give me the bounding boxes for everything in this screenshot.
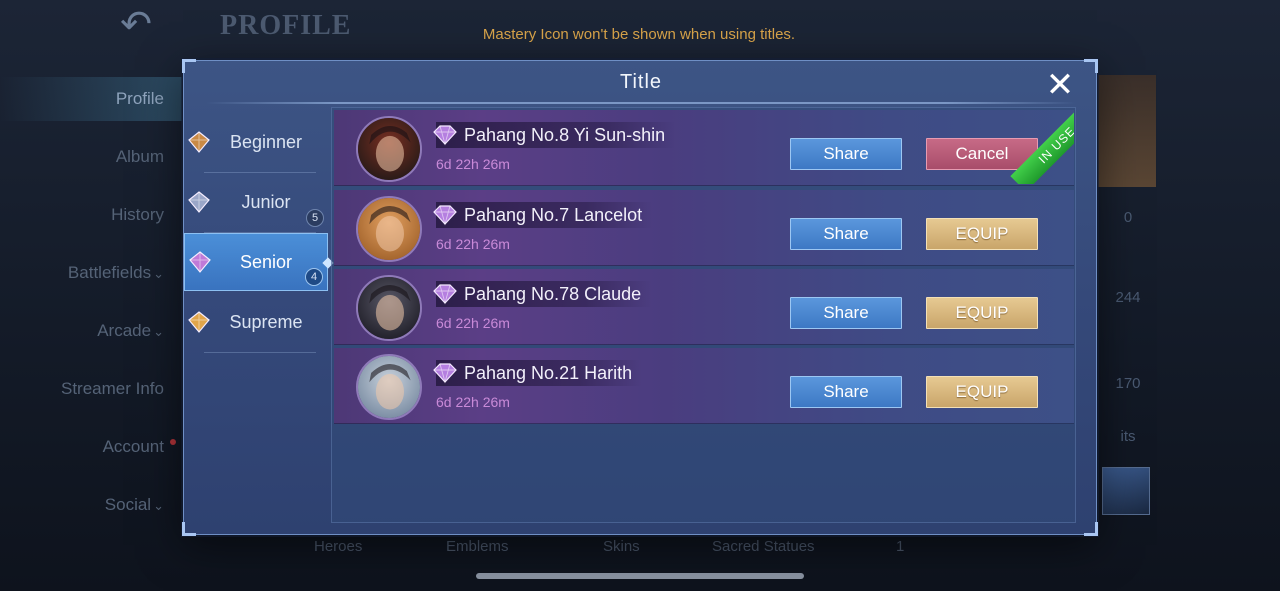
title-dialog: Title ✕ Beginner Junior 5 Senior 4 Supreme Pa… [182, 59, 1098, 536]
title-timer: 6d 22h 26m [436, 394, 510, 410]
background-sidebar: Profile Album History Battlefields ⌄ Arcade ⌄ S… [0, 70, 182, 540]
stat-count: 1 [896, 538, 905, 555]
share-button[interactable]: Share [790, 138, 902, 170]
share-button[interactable]: Share [790, 297, 902, 329]
title-row: Pahang No.78 Claude 6d 22h 26m Share EQUIP [334, 269, 1074, 345]
tier-count-badge: 4 [305, 268, 323, 286]
background-top-bar: ↶ PROFILE Mastery Icon won't be shown wh… [0, 0, 1280, 60]
title-name: Pahang No.7 Lancelot [436, 202, 653, 228]
notification-dot [170, 439, 176, 445]
title-timer: 6d 22h 26m [436, 315, 510, 331]
dialog-title: Title [619, 71, 663, 93]
equip-button[interactable]: EQUIP [926, 376, 1038, 408]
profile-stat-label: its [1120, 428, 1136, 445]
followers-count: 244 [1115, 289, 1141, 306]
sidebar-item-label: Profile [115, 89, 164, 108]
tier-tabs: Beginner Junior 5 Senior 4 Supreme [184, 113, 334, 523]
share-button[interactable]: Share [790, 218, 902, 250]
skins-label: Skins [603, 538, 640, 555]
beginner-tier-icon [186, 129, 212, 155]
sidebar-item-album[interactable]: Album [0, 135, 182, 179]
sacred-statues-label: Sacred Statues [712, 538, 815, 555]
title-row: Pahang No.21 Harith 6d 22h 26m Share EQUIP [334, 348, 1074, 424]
profile-photo [1098, 75, 1156, 187]
sidebar-item-social[interactable]: Social ⌄ [0, 483, 182, 527]
background-profile-panel: 0 244 170 its [1098, 75, 1158, 525]
tier-tab-supreme[interactable]: Supreme [184, 293, 328, 353]
title-divider [206, 102, 1076, 104]
junior-tier-icon [186, 189, 212, 215]
title-name: Pahang No.8 Yi Sun-shin [436, 122, 676, 148]
tier-tab-junior[interactable]: Junior 5 [184, 173, 328, 233]
equip-button[interactable]: EQUIP [926, 297, 1038, 329]
corner-ornament [1084, 522, 1098, 536]
profile-stat: 0 [1123, 209, 1133, 226]
likes-count: 170 [1115, 375, 1141, 392]
title-name: Pahang No.78 Claude [436, 281, 652, 307]
sidebar-item-label: Arcade [97, 321, 152, 340]
senior-tier-gem-icon [430, 204, 460, 226]
sidebar-item-profile[interactable]: Profile [0, 77, 182, 121]
title-row: Pahang No.8 Yi Sun-shin 6d 22h 26m Share Ca… [334, 110, 1074, 186]
close-icon[interactable]: ✕ [1042, 67, 1078, 103]
title-timer: 6d 22h 26m [436, 236, 510, 252]
heroes-label: Heroes [314, 538, 363, 555]
sidebar-item-label: Social [104, 495, 152, 514]
title-timer: 6d 22h 26m [436, 156, 510, 172]
tier-tab-beginner[interactable]: Beginner [184, 113, 328, 173]
home-indicator[interactable] [476, 573, 804, 579]
in-use-label: IN USE [1010, 110, 1074, 184]
sidebar-item-account[interactable]: Account [0, 425, 182, 469]
tier-divider [204, 352, 316, 353]
chevron-down-icon: ⌄ [153, 324, 164, 339]
chevron-down-icon: ⌄ [153, 498, 164, 513]
title-row: Pahang No.7 Lancelot 6d 22h 26m Share EQUIP [334, 190, 1074, 266]
sidebar-item-streamer-info[interactable]: Streamer Info [0, 367, 182, 411]
sidebar-item-battlefields[interactable]: Battlefields ⌄ [0, 251, 182, 295]
tier-label: Beginner [229, 131, 303, 152]
sidebar-item-label: Account [102, 437, 164, 456]
hero-avatar [356, 116, 422, 182]
title-name: Pahang No.21 Harith [436, 360, 643, 386]
mastery-notice: Mastery Icon won't be shown when using t… [482, 26, 796, 43]
title-list: Pahang No.8 Yi Sun-shin 6d 22h 26m Share Ca… [331, 107, 1076, 523]
hero-avatar [356, 354, 422, 420]
senior-tier-icon [187, 249, 213, 275]
hero-thumbnail[interactable] [1102, 467, 1150, 515]
supreme-tier-icon [186, 309, 212, 335]
sidebar-item-label: History [111, 205, 164, 224]
senior-tier-gem-icon [430, 283, 460, 305]
sidebar-item-arcade[interactable]: Arcade ⌄ [0, 309, 182, 353]
tier-label: Supreme [229, 311, 303, 332]
senior-tier-gem-icon [430, 124, 460, 146]
tier-count-badge: 5 [306, 209, 324, 227]
background-stat-labels: Heroes Emblems Skins Sacred Statues 1 [0, 538, 1280, 558]
hero-avatar [356, 275, 422, 341]
senior-tier-gem-icon [430, 362, 460, 384]
corner-ornament [182, 522, 196, 536]
tier-tab-senior[interactable]: Senior 4 [184, 233, 334, 291]
hero-avatar [356, 196, 422, 262]
emblems-label: Emblems [446, 538, 509, 555]
in-use-ribbon: IN USE [1000, 110, 1074, 184]
chevron-down-icon: ⌄ [153, 266, 164, 281]
equip-button[interactable]: EQUIP [926, 218, 1038, 250]
sidebar-item-history[interactable]: History [0, 193, 182, 237]
sidebar-item-label: Streamer Info [61, 379, 164, 398]
sidebar-item-label: Album [115, 147, 164, 166]
share-button[interactable]: Share [790, 376, 902, 408]
sidebar-item-label: Battlefields [67, 263, 152, 282]
